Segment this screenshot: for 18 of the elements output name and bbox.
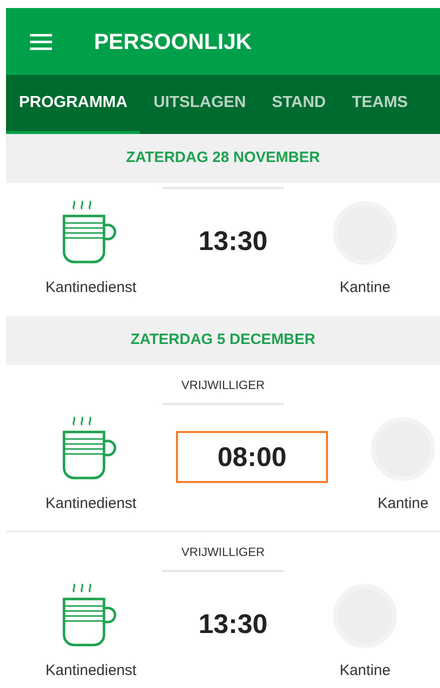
location-label: Kantine [340,661,390,681]
page-title: PERSOONLIJK [94,28,252,56]
role-label: VRIJWILLIGER [181,544,265,560]
role-label: VRIJWILLIGER [181,376,265,392]
location-label: Kantine [340,278,390,298]
duty-label: Kantinedienst [46,494,136,514]
time-label: 13:30 [198,225,268,258]
tab[interactable]: UITSLAGEN [140,75,259,134]
date-header: ZATERDAG 5 DECEMBER [6,316,440,364]
duty-label: Kantinedienst [46,278,136,298]
time-label: 08:00 [176,430,328,482]
duty-label: Kantinedienst [46,661,136,681]
time-label: 13:30 [198,608,268,641]
location-label: Kantine [378,494,428,514]
tab[interactable]: TEAMS [338,75,421,134]
date-header: ZATERDAG 28 NOVEMBER [6,134,440,183]
menu-icon[interactable] [30,34,52,50]
tab[interactable]: STAND [258,75,339,134]
